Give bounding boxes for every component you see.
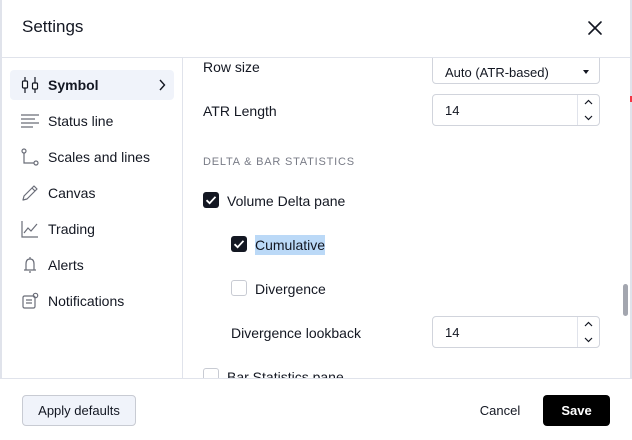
settings-dialog: Settings Symbol Status line Scales and l… — [0, 0, 632, 440]
section-title: DELTA & BAR STATISTICS — [203, 156, 355, 168]
dialog-header: Settings — [0, 0, 632, 58]
chevron-up-icon — [584, 321, 593, 327]
stepper-up-button[interactable] — [578, 317, 599, 332]
atr-length-stepper[interactable]: 14 — [432, 94, 600, 126]
stepper-up-button[interactable] — [578, 95, 599, 110]
sidebar-item-label: Notifications — [48, 293, 125, 309]
close-button[interactable] — [584, 17, 606, 39]
sidebar-item-canvas[interactable]: Canvas — [10, 178, 174, 208]
chevron-down-icon — [584, 115, 593, 121]
sidebar-item-scales-and-lines[interactable]: Scales and lines — [10, 142, 174, 172]
sidebar-item-trading[interactable]: Trading — [10, 214, 174, 244]
close-icon — [588, 21, 602, 35]
stepper-down-button[interactable] — [578, 332, 599, 347]
apply-defaults-button[interactable]: Apply defaults — [22, 395, 136, 426]
dialog-title: Settings — [22, 17, 84, 36]
trading-chart-icon — [21, 221, 38, 238]
atr-length-label: ATR Length — [203, 103, 277, 119]
sidebar-item-status-line[interactable]: Status line — [10, 106, 174, 136]
sidebar-item-label: Symbol — [48, 77, 99, 93]
content-scrollbar[interactable] — [623, 284, 628, 316]
dialog-footer: Apply defaults Cancel Save — [0, 378, 632, 440]
row-size-value: Auto (ATR-based) — [445, 65, 549, 80]
pencil-icon — [22, 185, 38, 201]
save-button[interactable]: Save — [543, 395, 610, 426]
volume-delta-label[interactable]: Volume Delta pane — [227, 193, 345, 209]
cumulative-checkbox[interactable] — [231, 236, 247, 252]
chevron-up-icon — [584, 99, 593, 105]
settings-sidebar: Symbol Status line Scales and lines Canv… — [0, 58, 183, 378]
divergence-label[interactable]: Divergence — [255, 281, 326, 297]
sidebar-item-symbol[interactable]: Symbol — [10, 70, 174, 100]
checkmark-icon — [233, 240, 245, 249]
sidebar-item-label: Scales and lines — [48, 149, 150, 165]
bar-statistics-label[interactable]: Bar Statistics pane — [227, 369, 344, 378]
notifications-icon — [22, 292, 39, 309]
sidebar-item-notifications[interactable]: Notifications — [10, 286, 174, 316]
sidebar-item-label: Alerts — [48, 257, 84, 273]
row-size-label: Row size — [203, 59, 260, 75]
sidebar-item-label: Status line — [48, 113, 114, 129]
divergence-lookback-label: Divergence lookback — [231, 325, 361, 341]
volume-delta-checkbox[interactable] — [203, 192, 219, 208]
cumulative-label[interactable]: Cumulative — [255, 235, 326, 255]
settings-content: Row size Auto (ATR-based) ATR Length 14 … — [184, 58, 624, 378]
stepper-down-button[interactable] — [578, 110, 599, 125]
divergence-checkbox[interactable] — [231, 280, 247, 296]
divergence-lookback-stepper[interactable]: 14 — [432, 316, 600, 348]
bar-statistics-checkbox[interactable] — [203, 368, 219, 378]
cancel-button[interactable]: Cancel — [470, 395, 530, 426]
candlestick-icon — [21, 77, 39, 93]
sidebar-item-alerts[interactable]: Alerts — [10, 250, 174, 280]
chevron-down-icon — [584, 337, 593, 343]
status-line-icon — [21, 114, 39, 128]
row-size-select[interactable]: Auto (ATR-based) — [432, 58, 600, 84]
sidebar-item-label: Canvas — [48, 185, 96, 201]
caret-down-icon — [583, 70, 589, 74]
scales-icon — [21, 148, 39, 166]
chevron-right-icon — [159, 79, 166, 91]
alarm-clock-icon — [24, 257, 36, 273]
checkmark-icon — [205, 196, 217, 205]
atr-length-value: 14 — [445, 103, 460, 118]
sidebar-item-label: Trading — [48, 221, 95, 237]
divergence-lookback-value: 14 — [445, 325, 460, 340]
